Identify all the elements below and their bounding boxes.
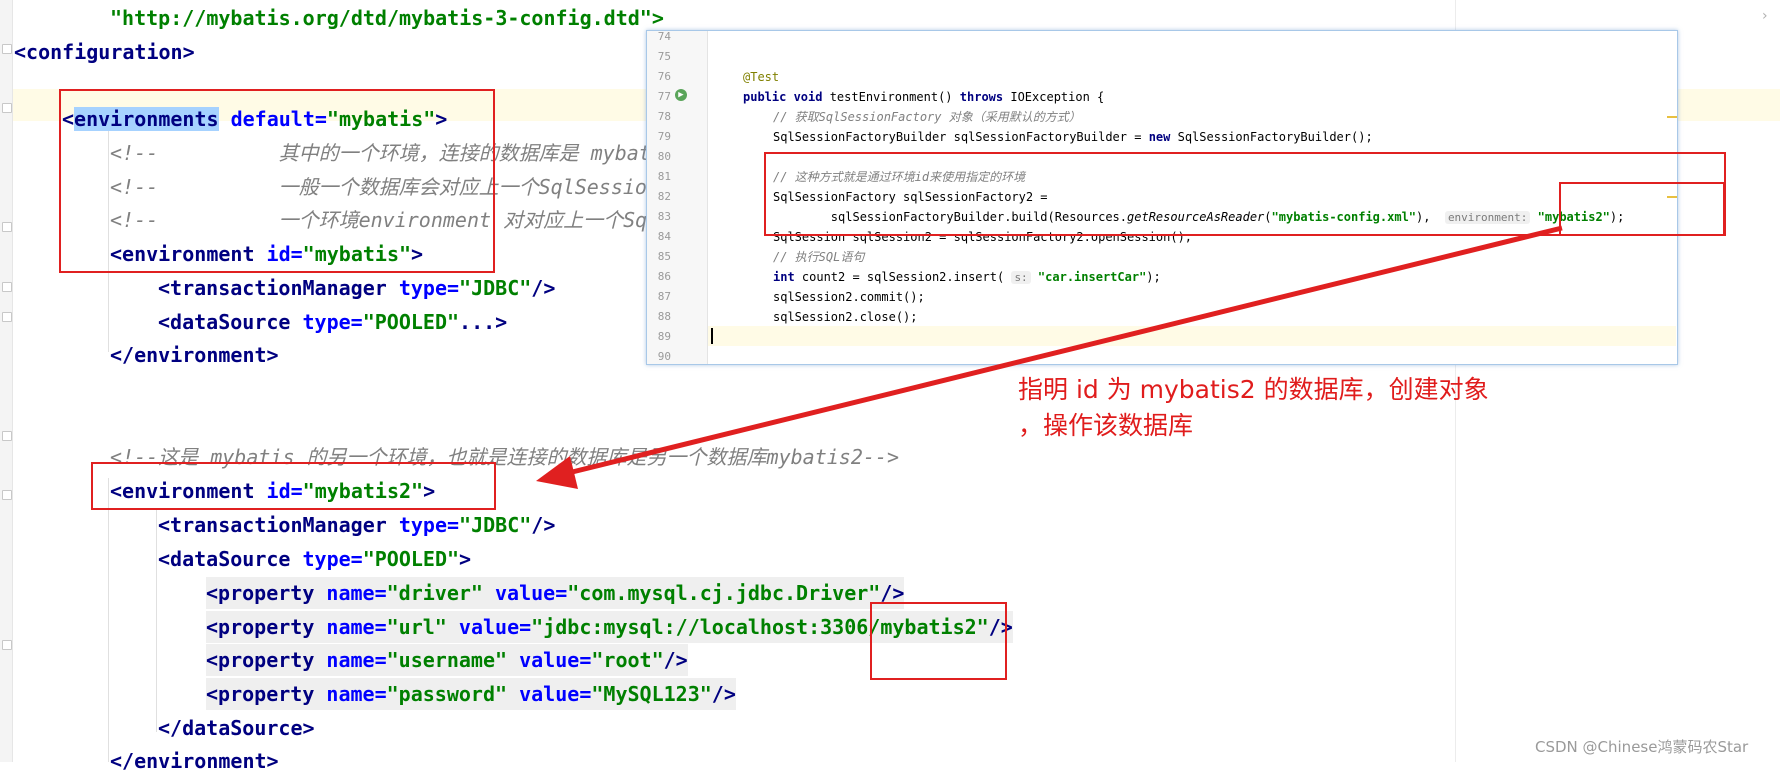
arrow-head <box>536 456 578 489</box>
watermark: CSDN @Chinese鸿蒙码农Star <box>1535 738 1749 756</box>
annotation-note: 指明 id 为 mybatis2 的数据库，创建对象 ，操作该数据库 <box>1018 372 1538 444</box>
chevron-right-icon[interactable]: › <box>1762 8 1768 24</box>
annotation-line: ，操作该数据库 <box>1018 411 1194 440</box>
annotation-line: 指明 id 为 mybatis2 的数据库，创建对象 <box>1018 375 1489 404</box>
